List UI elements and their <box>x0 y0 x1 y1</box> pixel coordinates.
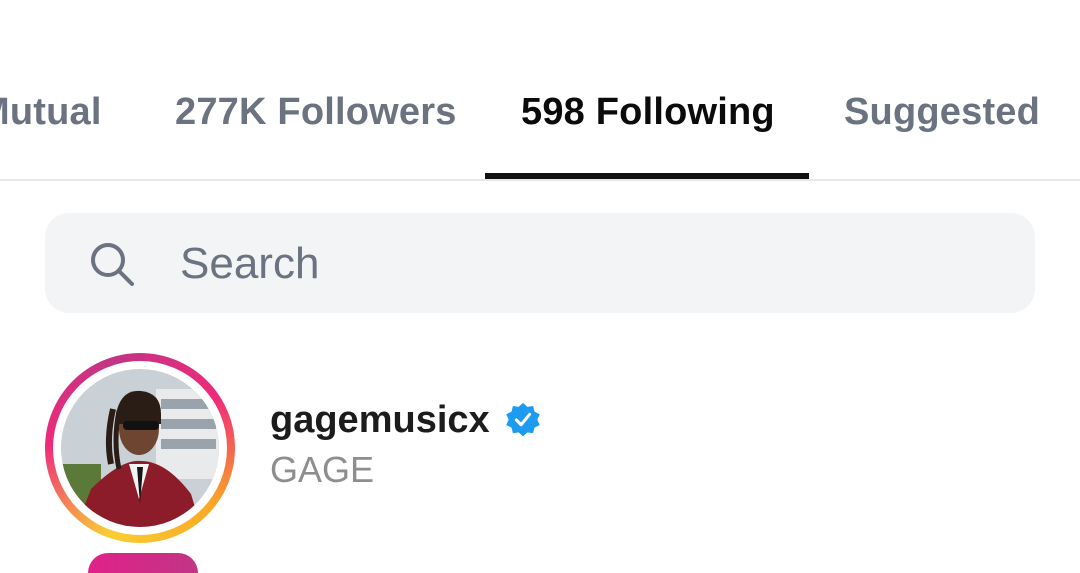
username[interactable]: gagemusicx <box>270 396 490 444</box>
verified-badge-icon <box>505 402 540 437</box>
tab-bar: Mutual 277K Followers 598 Following Sugg… <box>0 0 1080 181</box>
full-name: GAGE <box>270 449 375 490</box>
tab-suggested[interactable]: Suggested <box>844 88 1040 136</box>
avatar[interactable] <box>61 369 219 527</box>
search-input[interactable] <box>180 236 1000 292</box>
profile-photo <box>61 369 219 527</box>
tab-followers[interactable]: 277K Followers <box>175 88 457 136</box>
search-icon <box>91 243 134 286</box>
tab-bar-divider <box>0 179 1080 181</box>
tab-mutual[interactable]: Mutual <box>0 88 102 136</box>
tab-following[interactable]: 598 Following <box>521 88 775 136</box>
next-story-ring <box>88 553 198 573</box>
